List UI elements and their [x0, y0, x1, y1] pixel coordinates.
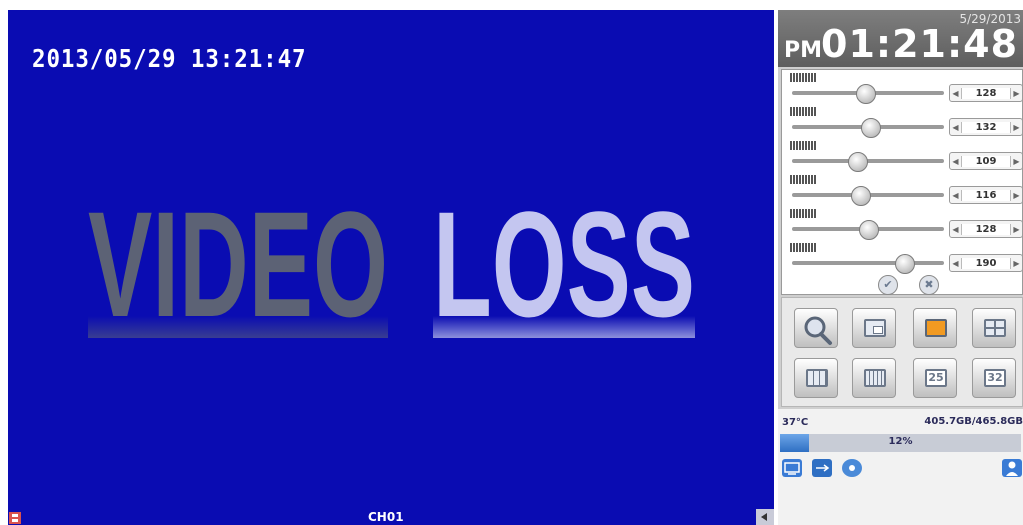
network-icon[interactable]	[782, 459, 802, 477]
decrement-icon[interactable]: ◀	[950, 225, 961, 234]
adjust-row: ◀ 128 ▶	[782, 72, 1023, 106]
slider-thumb[interactable]	[855, 84, 876, 104]
adjust-slider-5[interactable]	[792, 220, 944, 240]
decrement-icon[interactable]: ◀	[950, 191, 961, 200]
adjust-value-3: 109	[961, 155, 1011, 167]
temperature-readout: 37°C	[782, 417, 809, 428]
usb-icon[interactable]	[812, 459, 832, 477]
close-icon: ✖	[924, 278, 934, 291]
video-loss-graphic: VIDEO LOSS	[88, 198, 695, 348]
decrement-icon[interactable]: ◀	[950, 123, 961, 132]
decrement-icon[interactable]: ◀	[950, 89, 961, 98]
image-adjust-panel: ◀ 128 ▶ ◀ 132 ▶ ◀ 109 ▶ ◀ 116 ▶ ◀ 128 ▶ …	[781, 69, 1023, 295]
zoom-button[interactable]	[794, 308, 838, 348]
decrement-icon[interactable]: ◀	[950, 259, 961, 268]
increment-icon[interactable]: ▶	[1011, 89, 1022, 98]
grid-16-icon	[864, 369, 886, 387]
grid-9-icon	[806, 369, 828, 387]
adjust-slider-2[interactable]	[792, 118, 944, 138]
pip-layout-icon	[864, 319, 886, 337]
single-layout-icon	[925, 319, 947, 337]
disc-icon[interactable]	[842, 459, 862, 477]
adjust-slider-3[interactable]	[792, 152, 944, 172]
slider-thumb[interactable]	[895, 254, 916, 274]
status-area: 37°C 405.7GB/465.8GB 12%	[778, 409, 1023, 525]
video-viewport[interactable]: 2013/05/29 13:21:47 VIDEO LOSS CH01	[8, 10, 774, 525]
check-icon: ✔	[883, 278, 893, 291]
confirm-button[interactable]: ✔	[878, 275, 898, 295]
adjust-label-4	[790, 175, 816, 184]
layout-selector: 25 32	[781, 297, 1023, 407]
layout-25-button[interactable]: 25	[913, 358, 957, 398]
increment-icon[interactable]: ▶	[1011, 191, 1022, 200]
adjust-stepper-1[interactable]: ◀ 128 ▶	[949, 84, 1023, 102]
layout-single-button[interactable]	[913, 308, 957, 348]
disk-usage-bar: 12%	[780, 434, 1021, 452]
adjust-row: ◀ 109 ▶	[782, 140, 1023, 174]
adjust-slider-4[interactable]	[792, 186, 944, 206]
clock: 5/29/2013 PM 01:21:48	[778, 10, 1023, 67]
layout-quad-button[interactable]	[972, 308, 1016, 348]
adjust-stepper-2[interactable]: ◀ 132 ▶	[949, 118, 1023, 136]
adjust-stepper-5[interactable]: ◀ 128 ▶	[949, 220, 1023, 238]
chevron-left-icon	[761, 513, 767, 521]
video-loss-reflection	[88, 316, 695, 338]
adjust-label-1	[790, 73, 816, 82]
adjust-label-3	[790, 141, 816, 150]
layout-32-button[interactable]: 32	[972, 358, 1016, 398]
increment-icon[interactable]: ▶	[1011, 157, 1022, 166]
layout-32-label: 32	[984, 369, 1006, 387]
disk-usage-percent: 12%	[888, 436, 913, 447]
cancel-button[interactable]: ✖	[919, 275, 939, 295]
adjust-row: ◀ 190 ▶	[782, 242, 1023, 276]
adjust-label-5	[790, 209, 816, 218]
adjust-stepper-6[interactable]: ◀ 190 ▶	[949, 254, 1023, 272]
clock-time: 01:21:48	[821, 22, 1019, 66]
panel-toggle-button[interactable]	[756, 509, 774, 525]
adjust-value-5: 128	[961, 223, 1011, 235]
adjust-stepper-4[interactable]: ◀ 116 ▶	[949, 186, 1023, 204]
increment-icon[interactable]: ▶	[1011, 225, 1022, 234]
layout-25-label: 25	[925, 369, 947, 387]
adjust-value-4: 116	[961, 189, 1011, 201]
slider-thumb[interactable]	[848, 152, 869, 172]
adjust-value-6: 190	[961, 257, 1011, 269]
channel-label: CH01	[368, 510, 404, 524]
record-icon[interactable]	[8, 512, 22, 524]
increment-icon[interactable]: ▶	[1011, 123, 1022, 132]
adjust-row: ◀ 128 ▶	[782, 208, 1023, 242]
control-panel: 5/29/2013 PM 01:21:48 ◀ 128 ▶ ◀ 132 ▶ ◀ …	[778, 10, 1023, 525]
clock-ampm: PM	[784, 38, 823, 63]
adjust-stepper-3[interactable]: ◀ 109 ▶	[949, 152, 1023, 170]
layout-9-button[interactable]	[794, 358, 838, 398]
slider-thumb[interactable]	[860, 118, 881, 138]
adjust-slider-6[interactable]	[792, 254, 944, 274]
disk-space-readout: 405.7GB/465.8GB	[924, 416, 1023, 427]
decrement-icon[interactable]: ◀	[950, 157, 961, 166]
adjust-label-6	[790, 243, 816, 252]
adjust-row: ◀ 116 ▶	[782, 174, 1023, 208]
slider-thumb[interactable]	[859, 220, 879, 240]
quad-layout-icon	[984, 319, 1006, 337]
adjust-slider-1[interactable]	[792, 84, 944, 104]
adjust-value-2: 132	[961, 121, 1011, 133]
adjust-value-1: 128	[961, 87, 1011, 99]
layout-16-button[interactable]	[852, 358, 896, 398]
adjust-row: ◀ 132 ▶	[782, 106, 1023, 140]
increment-icon[interactable]: ▶	[1011, 259, 1022, 268]
slider-thumb[interactable]	[851, 186, 872, 206]
osd-datetime: 2013/05/29 13:21:47	[32, 44, 307, 73]
adjust-label-2	[790, 107, 816, 116]
magnifier-icon	[804, 316, 832, 345]
layout-pip-button[interactable]	[852, 308, 896, 348]
user-icon[interactable]	[1002, 459, 1022, 477]
